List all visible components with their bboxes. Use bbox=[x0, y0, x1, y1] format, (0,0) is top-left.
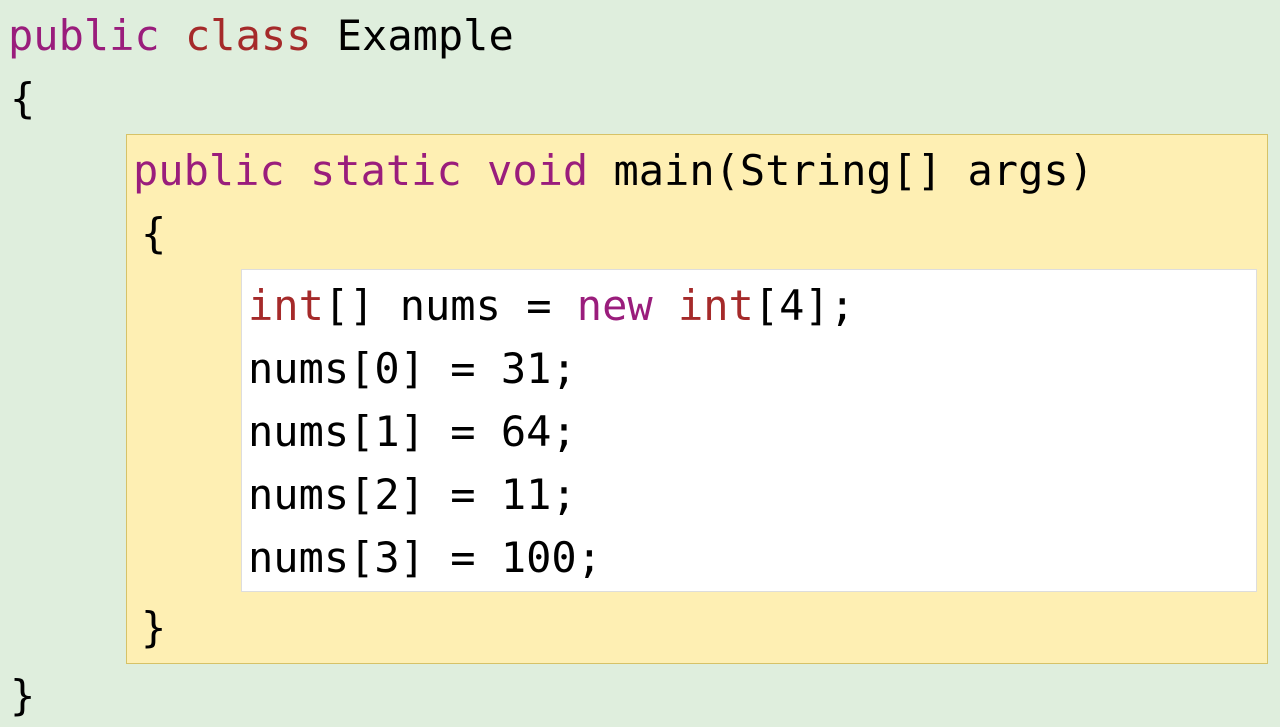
assign-line: nums[2] = 11; bbox=[248, 463, 1250, 526]
keyword-int: int bbox=[678, 281, 754, 330]
assign-line: nums[3] = 100; bbox=[248, 526, 1250, 589]
method-name: main bbox=[613, 146, 714, 195]
method-declaration: public static void main(String[] args) bbox=[133, 139, 1261, 202]
class-close-brace: } bbox=[8, 664, 1272, 727]
keyword-int: int bbox=[248, 281, 324, 330]
keyword-public: public bbox=[133, 146, 285, 195]
keyword-new: new bbox=[577, 281, 653, 330]
assign-line: nums[0] = 31; bbox=[248, 337, 1250, 400]
code-block: public class Example { public static voi… bbox=[8, 4, 1272, 727]
array-declaration: int[] nums = new int[4]; bbox=[248, 274, 1250, 337]
keyword-static: static bbox=[310, 146, 462, 195]
method-close-brace: } bbox=[133, 596, 1261, 659]
array-body-box: int[] nums = new int[4]; nums[0] = 31; n… bbox=[241, 269, 1257, 592]
class-name: Example bbox=[337, 11, 514, 60]
assign-line: nums[1] = 64; bbox=[248, 400, 1250, 463]
method-highlight-box: public static void main(String[] args) {… bbox=[126, 134, 1268, 664]
method-open-brace: { bbox=[133, 202, 1261, 265]
method-params: (String[] args) bbox=[715, 146, 1094, 195]
class-open-brace: { bbox=[8, 67, 1272, 130]
keyword-void: void bbox=[487, 146, 588, 195]
class-declaration: public class Example bbox=[8, 4, 1272, 67]
keyword-class: class bbox=[185, 11, 311, 60]
keyword-public: public bbox=[8, 11, 160, 60]
